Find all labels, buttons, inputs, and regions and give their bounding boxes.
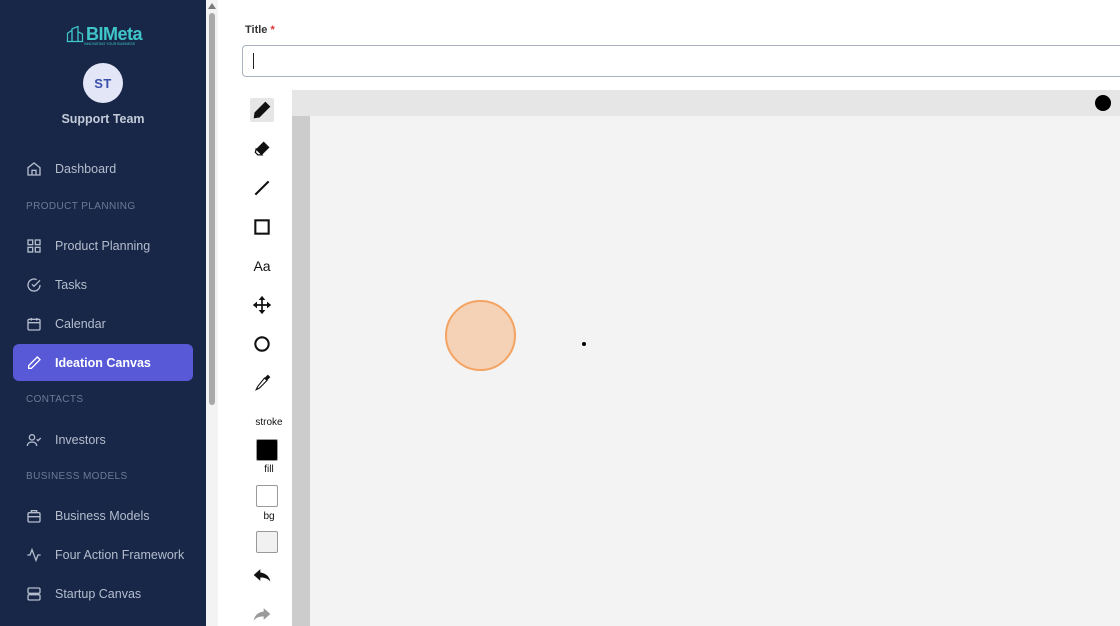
section-label-product-planning: PRODUCT PLANNING [26, 201, 136, 212]
main-content: Title * Aa stroke fill bg [218, 0, 1120, 626]
activity-icon [27, 547, 41, 562]
section-label-business-models: BUSINESS MODELS [26, 471, 128, 482]
user-check-icon [26, 433, 42, 446]
sidebar-item-label: Product Planning [55, 238, 151, 253]
undo-button[interactable] [250, 563, 274, 587]
circle-tool-button[interactable] [250, 332, 274, 356]
drawing-toolbar: Aa stroke fill bg [242, 90, 292, 626]
eraser-icon [254, 141, 270, 156]
sidebar-item-startup-canvas[interactable]: Startup Canvas [13, 575, 193, 612]
fill-color-swatch[interactable] [256, 485, 278, 507]
redo-button[interactable] [250, 602, 274, 626]
stroke-color-swatch[interactable] [256, 439, 278, 461]
required-mark: * [270, 24, 275, 36]
bg-label: bg [263, 511, 275, 522]
pencil-icon [28, 355, 41, 369]
title-input[interactable] [242, 45, 1120, 77]
move-arrows-icon [252, 295, 272, 315]
sidebar: BIMeta INNOVATING YOUR BUSINESS ST Suppo… [0, 0, 206, 626]
circle-icon [254, 336, 270, 352]
text-tool-label: Aa [253, 258, 271, 274]
title-label-text: Title [245, 24, 268, 36]
eraser-tool-button[interactable] [250, 137, 274, 161]
text-caret [253, 53, 254, 69]
sidebar-item-tasks[interactable]: Tasks [13, 266, 193, 303]
move-tool-button[interactable] [250, 293, 274, 317]
sidebar-item-label: Business Models [55, 508, 150, 523]
user-name: Support Team [61, 112, 145, 126]
eyedropper-icon [254, 374, 271, 391]
briefcase-icon [27, 509, 41, 523]
rectangle-icon [254, 219, 270, 235]
fill-label: fill [264, 464, 274, 475]
text-tool-button[interactable]: Aa [250, 254, 274, 278]
canvas-left-ruler [292, 116, 310, 626]
sidebar-item-label: Four Action Framework [55, 547, 185, 562]
sidebar-item-label: Calendar [55, 316, 106, 331]
calendar-icon [27, 317, 41, 331]
sidebar-scrollbar[interactable] [206, 0, 218, 626]
section-label-contacts: CONTACTS [26, 394, 84, 405]
pencil-icon [253, 101, 271, 119]
line-tool-button[interactable] [250, 176, 274, 200]
brush-size-indicator[interactable] [1095, 95, 1111, 111]
pencil-tool-button[interactable] [250, 98, 274, 122]
sidebar-item-label: Dashboard [55, 161, 117, 176]
bg-color-swatch[interactable] [256, 531, 278, 553]
sidebar-item-investors[interactable]: Investors [13, 421, 193, 458]
scroll-up-arrow-icon[interactable] [208, 3, 216, 9]
title-label: Title * [245, 24, 275, 36]
sidebar-item-business-models[interactable]: Business Models [13, 497, 193, 534]
sidebar-item-label: Startup Canvas [55, 586, 142, 601]
sidebar-item-ideation-canvas[interactable]: Ideation Canvas [13, 344, 193, 381]
scrollbar-thumb[interactable] [209, 13, 215, 405]
sidebar-item-label: Tasks [55, 277, 87, 292]
server-icon [27, 586, 41, 601]
ideation-canvas-frame [292, 90, 1120, 626]
redo-icon [253, 608, 271, 621]
brand-tagline: INNOVATING YOUR BUSINESS [84, 42, 135, 46]
sidebar-item-calendar[interactable]: Calendar [13, 305, 193, 342]
sidebar-item-dashboard[interactable]: Dashboard [13, 150, 193, 187]
line-icon [254, 180, 270, 196]
home-icon [27, 161, 41, 176]
check-circle-icon [27, 277, 41, 292]
undo-icon [253, 569, 271, 582]
stroke-label: stroke [255, 417, 283, 428]
eyedropper-tool-button[interactable] [250, 371, 274, 395]
cursor-highlight [445, 300, 516, 371]
sidebar-item-four-action-framework[interactable]: Four Action Framework [13, 536, 193, 573]
brand-logo[interactable]: BIMeta INNOVATING YOUR BUSINESS [66, 20, 143, 48]
sidebar-item-label: Investors [55, 432, 106, 447]
grid-icon [27, 238, 41, 253]
canvas-top-bar [292, 90, 1120, 116]
avatar[interactable]: ST [83, 63, 123, 103]
drawing-canvas[interactable] [310, 116, 1120, 626]
sidebar-item-label: Ideation Canvas [55, 355, 151, 370]
rectangle-tool-button[interactable] [250, 215, 274, 239]
sidebar-item-product-planning[interactable]: Product Planning [13, 227, 193, 264]
building-logo-icon [66, 25, 84, 43]
drawn-point [582, 342, 586, 346]
